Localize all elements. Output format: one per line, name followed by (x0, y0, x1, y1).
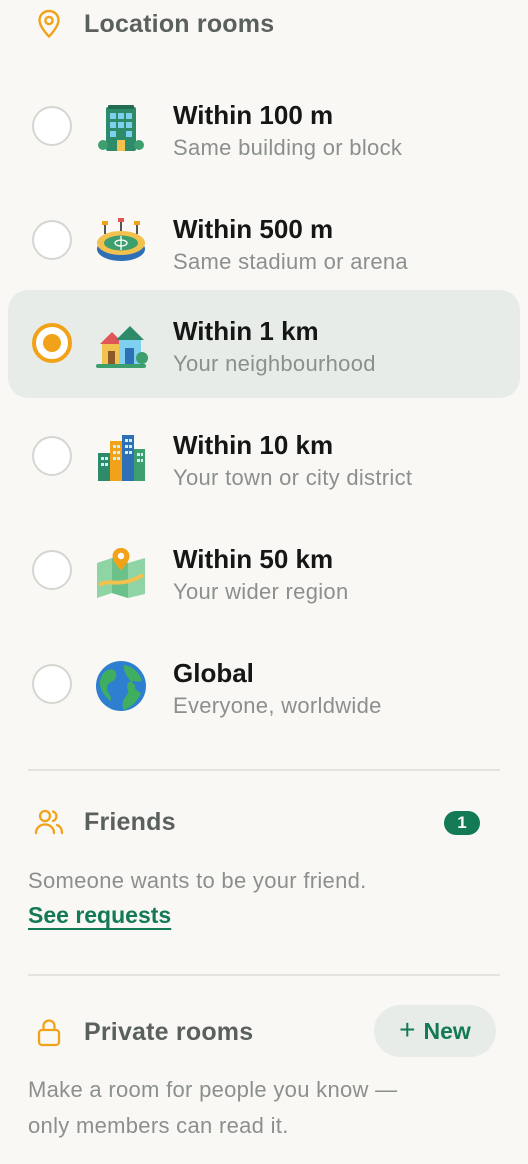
option-title: Within 500 m (173, 214, 334, 244)
option-subtitle: Same building or block (173, 135, 403, 160)
private-rooms-title: Private rooms (84, 1018, 254, 1046)
section-divider (28, 974, 500, 976)
friends-title: Friends (84, 808, 176, 836)
new-private-room-button[interactable]: + New (374, 1005, 496, 1057)
section-divider (28, 769, 500, 771)
location-rooms-title: Location rooms (84, 10, 275, 38)
option-within-100m[interactable]: Within 100 m Same building or block (8, 72, 520, 182)
option-within-500m[interactable]: Within 500 m Same stadium or arena (8, 186, 520, 296)
location-rooms-header: Location rooms (0, 6, 528, 42)
stadium-icon (97, 218, 145, 261)
option-title: Within 100 m (173, 100, 334, 130)
radio-button[interactable] (32, 106, 72, 146)
option-subtitle: Same stadium or arena (173, 249, 408, 274)
radio-button[interactable] (32, 220, 72, 260)
option-title: Within 50 km (173, 544, 334, 574)
see-requests-link[interactable]: See requests (28, 902, 171, 929)
radio-button[interactable] (32, 664, 72, 704)
lock-icon (37, 1019, 61, 1047)
option-title: Within 10 km (173, 430, 334, 460)
people-icon (34, 809, 64, 835)
option-within-1km[interactable]: Within 1 km Your neighbourhood (8, 290, 520, 398)
option-within-10km[interactable]: Within 10 km Your town or city district (8, 402, 520, 512)
option-within-50km[interactable]: Within 50 km Your wider region (8, 516, 520, 626)
plus-icon: + (399, 1014, 416, 1045)
option-subtitle: Everyone, worldwide (173, 693, 382, 718)
office-building-icon (98, 105, 144, 151)
houses-icon (96, 326, 148, 368)
radio-button[interactable] (32, 550, 72, 590)
radio-button-selected[interactable] (32, 323, 72, 363)
option-subtitle: Your wider region (173, 579, 349, 604)
option-subtitle: Your town or city district (173, 465, 413, 490)
option-global[interactable]: Global Everyone, worldwide (8, 630, 520, 740)
new-button-label: New (423, 1017, 471, 1044)
option-title: Global (173, 658, 254, 688)
friend-requests-badge: 1 (444, 811, 480, 835)
option-subtitle: Your neighbourhood (173, 351, 376, 376)
private-rooms-description-line2: only members can read it. (28, 1113, 289, 1138)
radio-button[interactable] (32, 436, 72, 476)
map-pin-icon (97, 548, 145, 598)
private-rooms-description-line1: Make a room for people you know — (28, 1077, 398, 1102)
globe-icon (96, 661, 146, 711)
city-skyline-icon (98, 435, 145, 481)
location-pin-icon (38, 9, 60, 38)
friends-message: Someone wants to be your friend. (28, 868, 367, 893)
option-title: Within 1 km (173, 316, 319, 346)
